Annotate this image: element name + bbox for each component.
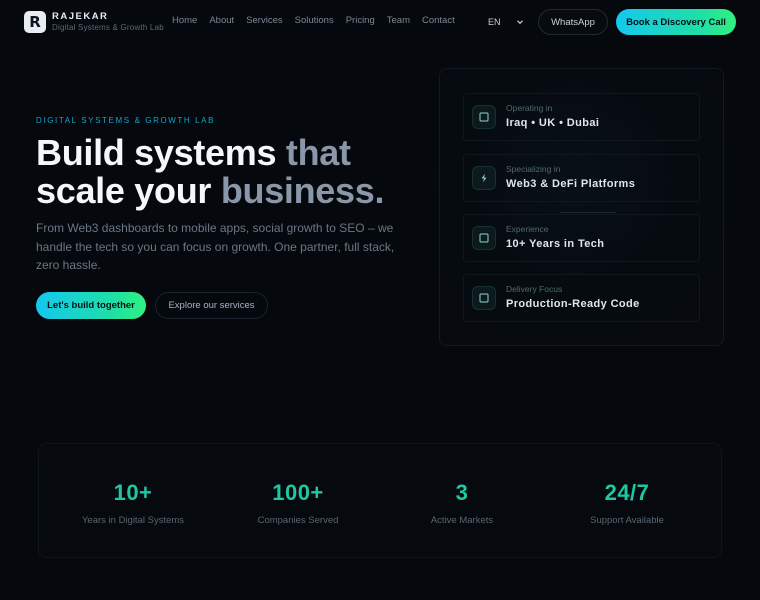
headline-part: that — [285, 132, 351, 173]
stat-label: Companies Served — [257, 515, 339, 526]
nav-link-services[interactable]: Services — [246, 15, 282, 26]
stat-value: 24/7 — [604, 480, 650, 505]
nav-link-team[interactable]: Team — [387, 15, 410, 26]
info-label: Specializing in — [506, 164, 561, 174]
square-icon — [472, 105, 496, 129]
stat-years: 10+ Years in Digital Systems — [48, 480, 218, 526]
nav-links: Home About Services Solutions Pricing Te… — [172, 15, 455, 26]
divider — [560, 212, 616, 213]
info-value: Iraq • UK • Dubai — [506, 117, 600, 129]
stat-markets: 3 Active Markets — [377, 480, 547, 526]
lets-build-together-button[interactable]: Let's build together — [36, 292, 146, 319]
logo-letter: R — [29, 13, 41, 31]
language-selector[interactable]: EN — [478, 11, 533, 33]
nav-link-about[interactable]: About — [209, 15, 234, 26]
stat-label: Active Markets — [430, 515, 494, 526]
explore-services-button[interactable]: Explore our services — [155, 292, 268, 319]
book-discovery-call-button[interactable]: Book a Discovery Call — [616, 9, 736, 35]
stat-companies: 100+ Companies Served — [213, 480, 383, 526]
headline-part: business. — [220, 170, 385, 211]
nav-link-contact[interactable]: Contact — [422, 15, 455, 26]
nav-link-pricing[interactable]: Pricing — [346, 15, 375, 26]
headline-part: Build systems — [36, 132, 286, 173]
lightning-icon — [472, 166, 496, 190]
chevron-down-icon — [517, 20, 523, 25]
info-label: Delivery Focus — [506, 284, 563, 294]
brand-tagline: Digital Systems & Growth Lab — [52, 23, 164, 32]
whatsapp-button[interactable]: WhatsApp — [538, 9, 608, 35]
nav-link-solutions[interactable]: Solutions — [295, 15, 334, 26]
hero-description: From Web3 dashboards to mobile apps, soc… — [36, 221, 395, 272]
stat-label: Support Available — [590, 515, 664, 526]
info-value: Production-Ready Code — [506, 298, 640, 310]
info-value: Web3 & DeFi Platforms — [506, 178, 636, 190]
stat-label: Years in Digital Systems — [81, 515, 185, 526]
nav-link-home[interactable]: Home — [172, 15, 197, 26]
brand-name[interactable]: RAJEKAR — [52, 11, 108, 22]
info-label: Operating in — [506, 103, 553, 113]
hero-eyebrow: DIGITAL SYSTEMS & GROWTH LAB — [36, 116, 216, 125]
stat-value: 10+ — [113, 480, 153, 505]
square-icon — [472, 226, 496, 250]
top-navigation: R RAJEKAR Digital Systems & Growth Lab H… — [0, 0, 760, 44]
headline-part: scale your — [36, 170, 221, 211]
language-value: EN — [488, 17, 501, 27]
stat-value: 3 — [455, 480, 469, 505]
hero-headline: Build systems that scale your business. — [36, 134, 384, 210]
brand-logo[interactable]: R — [24, 11, 46, 33]
stat-value: 100+ — [272, 480, 324, 505]
info-label: Experience — [506, 224, 549, 234]
info-value: 10+ Years in Tech — [506, 238, 605, 250]
stat-support: 24/7 Support Available — [542, 480, 712, 526]
square-icon — [472, 286, 496, 310]
